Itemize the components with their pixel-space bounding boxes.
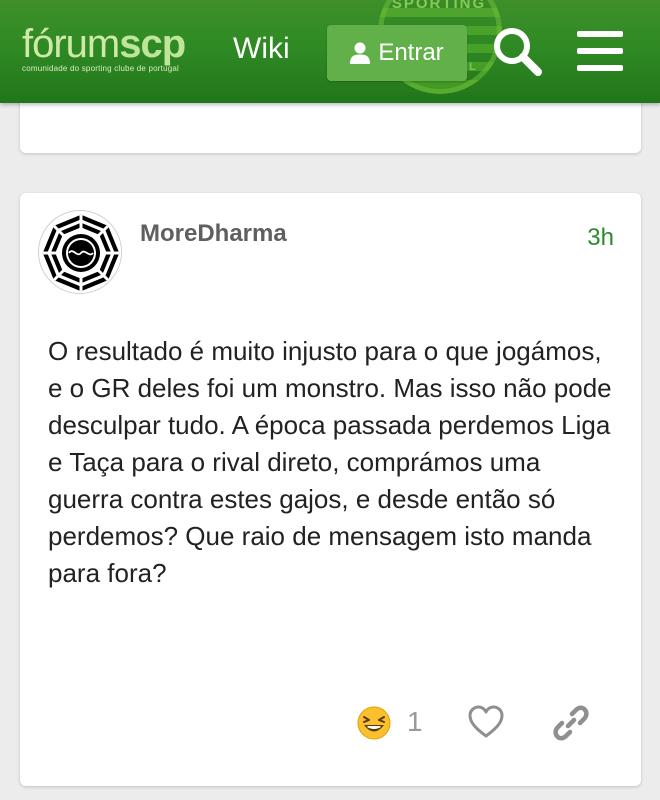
heart-icon[interactable] bbox=[468, 705, 504, 739]
reaction-count[interactable]: 1 bbox=[407, 706, 423, 738]
site-logo[interactable]: fórumscp comunidade do sporting clube de… bbox=[22, 22, 186, 78]
search-icon[interactable] bbox=[490, 24, 544, 78]
post-actions: 1 bbox=[20, 701, 641, 745]
dharma-avatar-icon bbox=[40, 212, 121, 293]
wiki-link[interactable]: Wiki bbox=[233, 32, 290, 66]
logo-subtitle: comunidade do sporting clube de portugal bbox=[22, 64, 179, 73]
menu-icon[interactable] bbox=[575, 28, 625, 74]
login-button[interactable]: Entrar bbox=[327, 25, 467, 81]
crest-text-top: SPORTING bbox=[391, 0, 487, 12]
logo-text: fórum bbox=[22, 22, 120, 66]
post-username[interactable]: MoreDharma bbox=[140, 220, 287, 248]
post-body: O resultado é muito injusto para o que j… bbox=[48, 336, 612, 588]
logo-wordmark: fórumscp bbox=[22, 22, 186, 66]
site-header: SPORTING PORTUGAL fórumscp comunidade do… bbox=[0, 0, 660, 103]
laughing-emoji-icon[interactable] bbox=[357, 706, 391, 740]
login-button-label: Entrar bbox=[378, 39, 444, 66]
post-card: MoreDharma 3h O resultado é muito injust… bbox=[20, 193, 641, 786]
link-icon[interactable] bbox=[553, 705, 589, 741]
logo-accent-text: scp bbox=[119, 22, 186, 66]
avatar[interactable] bbox=[38, 210, 122, 294]
user-icon bbox=[350, 42, 371, 64]
post-timestamp[interactable]: 3h bbox=[587, 224, 614, 252]
